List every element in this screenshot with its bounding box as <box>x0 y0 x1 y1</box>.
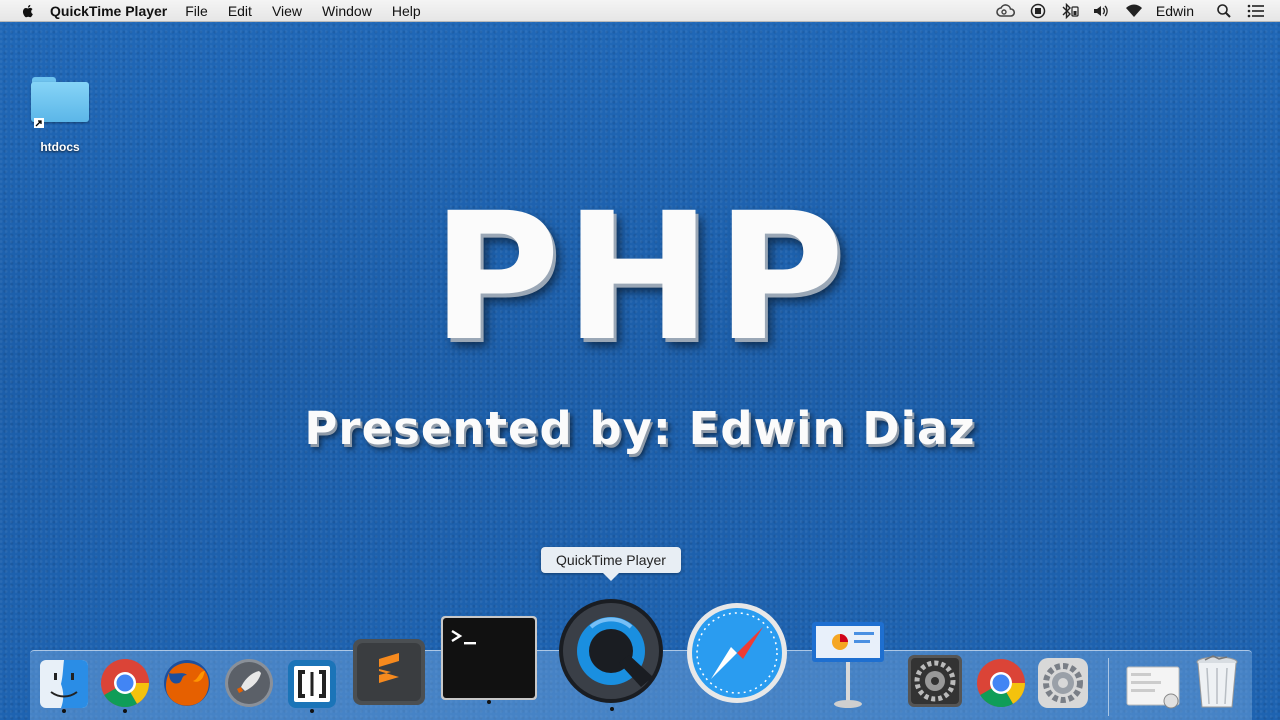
creative-cloud-icon[interactable] <box>996 2 1016 20</box>
firefox-icon <box>164 660 210 706</box>
screen-record-icon[interactable] <box>1028 2 1048 20</box>
dock-tooltip: QuickTime Player <box>541 547 681 581</box>
user-name[interactable]: Edwin <box>1156 3 1194 19</box>
spotlight-search-icon[interactable] <box>1214 2 1234 20</box>
chrome-icon <box>977 659 1025 708</box>
dock-firefox[interactable] <box>160 656 214 710</box>
keynote-icon <box>812 622 884 708</box>
chrome-icon <box>101 659 149 708</box>
menu-window[interactable]: Window <box>322 3 372 19</box>
dock-separator <box>1108 658 1109 716</box>
safari-compass-icon <box>687 603 787 703</box>
menu-bar: QuickTime Player File Edit View Window H… <box>0 0 1280 22</box>
menu-file[interactable]: File <box>185 3 208 19</box>
presentation-subtitle: Presented by: Edwin Diaz <box>304 402 976 455</box>
gear-icon <box>1038 658 1088 708</box>
menu-view[interactable]: View <box>272 3 302 19</box>
dock-terminal[interactable] <box>440 615 538 704</box>
apple-icon[interactable] <box>20 3 36 19</box>
dark-gear-icon <box>908 655 962 707</box>
dock-keynote[interactable] <box>806 618 890 710</box>
wifi-icon[interactable] <box>1124 2 1144 20</box>
desktop-item-label: htdocs <box>40 140 80 154</box>
folder-alias-icon <box>30 74 90 128</box>
dock-chrome-2[interactable] <box>974 656 1028 710</box>
dock-trash[interactable] <box>1192 654 1242 710</box>
dock-sublime-text[interactable] <box>350 636 428 708</box>
bluetooth-icon[interactable] <box>1060 2 1080 20</box>
quicktime-icon <box>559 599 663 703</box>
dock-downloads-stack[interactable] <box>1124 660 1184 710</box>
menu-help[interactable]: Help <box>392 3 421 19</box>
presentation-title: PHP <box>431 175 849 380</box>
dock-chrome[interactable] <box>98 656 152 713</box>
launchpad-rocket-icon <box>225 659 273 707</box>
dock-safari[interactable] <box>684 600 790 706</box>
notification-center-icon[interactable] <box>1246 2 1266 20</box>
dock-quicktime-player[interactable] <box>556 596 668 711</box>
dock-brackets[interactable] <box>286 658 338 713</box>
dock-settings[interactable] <box>1036 656 1090 710</box>
app-menu-quicktime[interactable]: QuickTime Player <box>50 3 167 19</box>
dock-launchpad[interactable] <box>222 656 276 710</box>
dock-system-preferences[interactable] <box>904 652 966 710</box>
brackets-icon <box>288 660 336 708</box>
stack-folder-icon <box>1126 666 1180 709</box>
dock-finder[interactable] <box>38 658 90 713</box>
desktop-item-htdocs[interactable]: htdocs <box>24 74 96 154</box>
terminal-icon <box>441 616 537 700</box>
finder-icon <box>40 660 88 708</box>
volume-icon[interactable] <box>1092 2 1112 20</box>
sublime-text-icon <box>353 639 425 705</box>
menu-edit[interactable]: Edit <box>228 3 252 19</box>
trash-icon <box>1196 655 1238 708</box>
